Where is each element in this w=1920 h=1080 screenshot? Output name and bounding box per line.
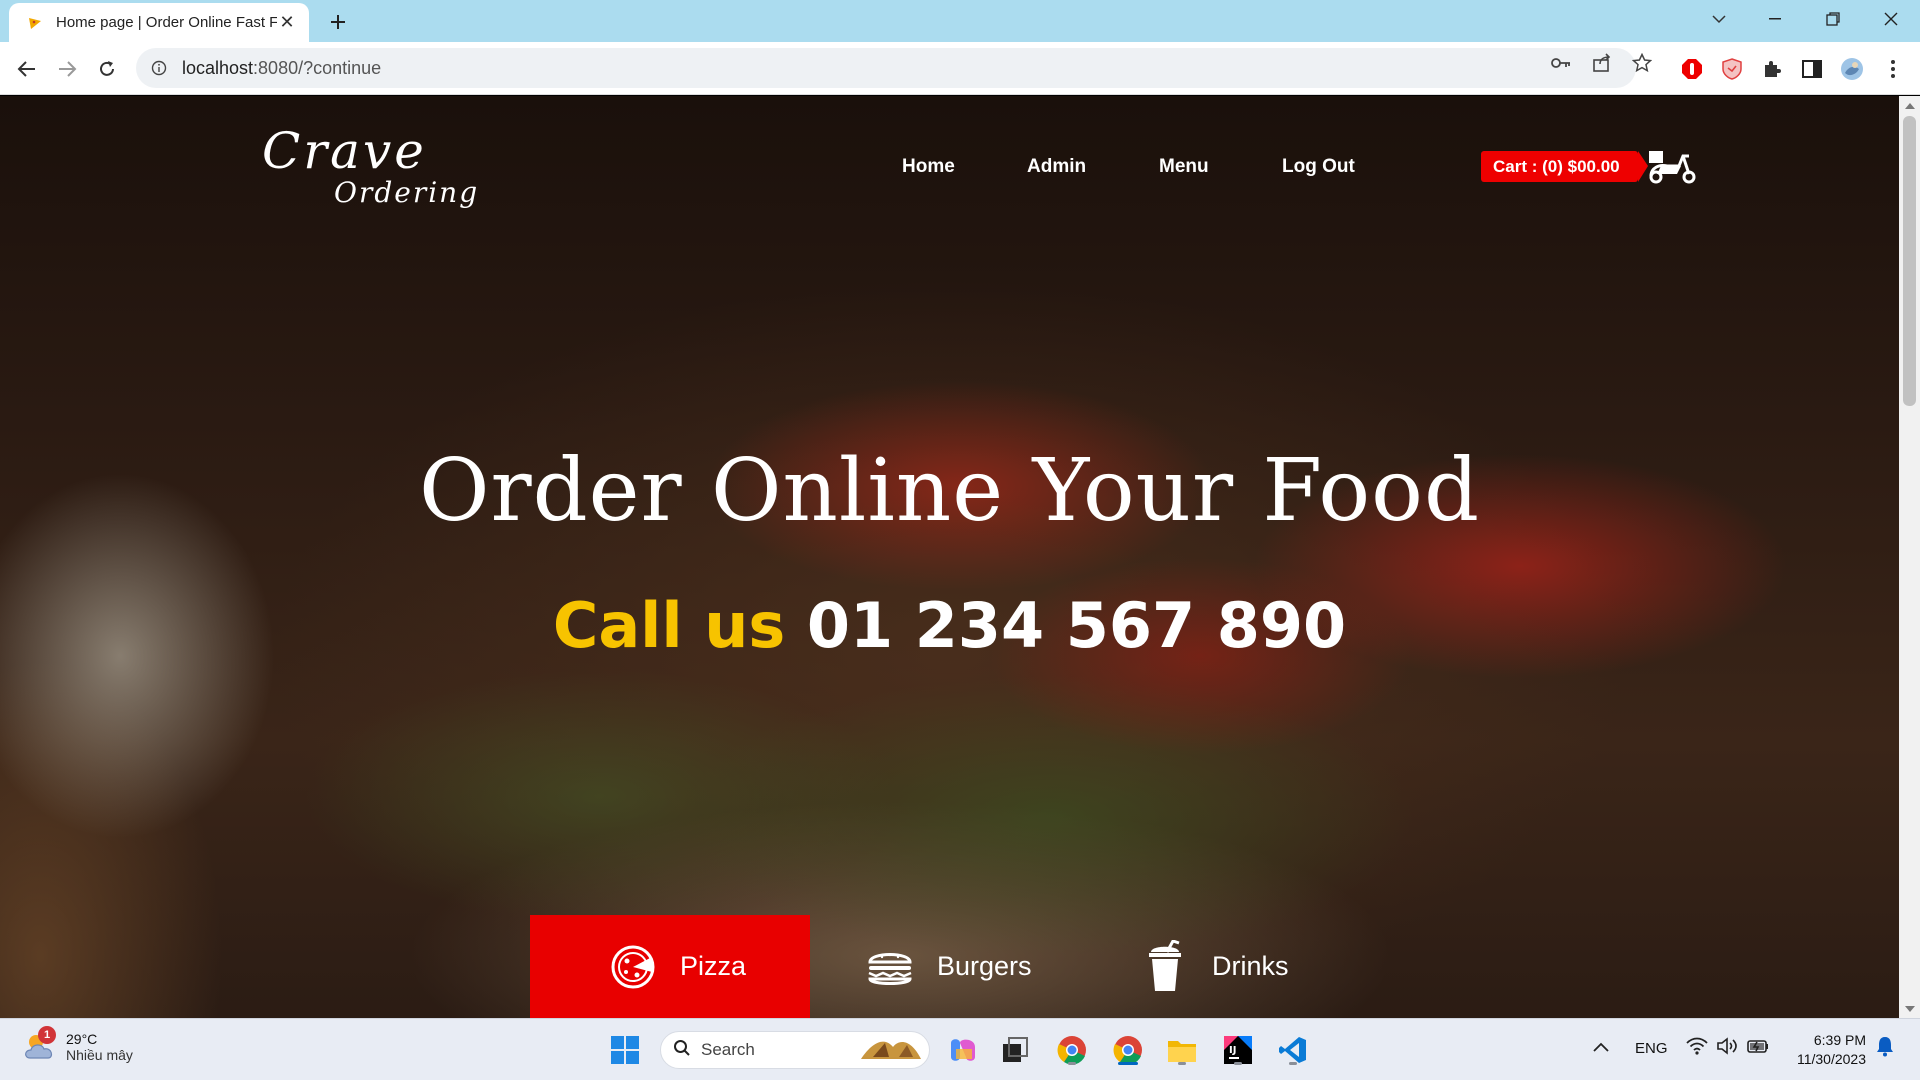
show-hidden-icons-icon[interactable] bbox=[1593, 1039, 1609, 1056]
scrollbar-thumb[interactable] bbox=[1903, 116, 1916, 406]
wifi-icon[interactable] bbox=[1686, 1037, 1708, 1059]
chrome-active-app-icon[interactable] bbox=[1110, 1032, 1146, 1068]
share-icon[interactable] bbox=[1591, 52, 1613, 74]
tab-close-icon[interactable]: ✕ bbox=[277, 12, 297, 33]
site-info-icon[interactable] bbox=[150, 59, 168, 77]
side-panel-icon[interactable] bbox=[1799, 56, 1825, 82]
delivery-scooter-icon[interactable] bbox=[1647, 146, 1697, 184]
scroll-down-icon[interactable] bbox=[1904, 1003, 1915, 1014]
browser-menu-icon[interactable] bbox=[1880, 56, 1906, 82]
url-text: localhost:8080/?continue bbox=[182, 57, 382, 78]
tab-search-icon[interactable] bbox=[1696, 0, 1742, 38]
nav-log-out[interactable]: Log Out bbox=[1282, 156, 1355, 178]
site-logo[interactable]: Crave Ordering bbox=[262, 122, 479, 209]
tab-drinks-label: Drinks bbox=[1212, 951, 1289, 981]
start-windows-icon[interactable] bbox=[607, 1032, 643, 1068]
minimize-icon[interactable] bbox=[1752, 0, 1798, 38]
nav-admin[interactable]: Admin bbox=[1027, 156, 1086, 178]
address-bar[interactable]: localhost:8080/?continue bbox=[136, 48, 1636, 88]
weather-widget[interactable]: 1 29°C Nhiều mây bbox=[22, 1026, 133, 1066]
language-indicator[interactable]: ENG bbox=[1635, 1040, 1668, 1057]
back-icon[interactable] bbox=[12, 54, 42, 84]
tab-drinks[interactable]: Drinks bbox=[1095, 915, 1335, 1018]
pizza-icon bbox=[608, 942, 658, 992]
weather-badge: 1 bbox=[38, 1026, 56, 1044]
notification-bell-icon[interactable] bbox=[1875, 1035, 1895, 1061]
copilot-app-icon[interactable] bbox=[945, 1032, 981, 1068]
profile-avatar-icon[interactable] bbox=[1839, 56, 1865, 82]
adblock-extension-icon[interactable] bbox=[1679, 56, 1705, 82]
burger-icon bbox=[865, 942, 915, 992]
reload-icon[interactable] bbox=[92, 54, 122, 84]
tab-title: Home page | Order Online Fast F bbox=[56, 14, 277, 31]
shield-extension-icon[interactable] bbox=[1719, 56, 1745, 82]
task-view-icon[interactable] bbox=[997, 1032, 1033, 1068]
category-tabs: Pizza Burgers Drinks bbox=[530, 915, 1335, 1018]
volume-icon[interactable] bbox=[1716, 1037, 1738, 1059]
taskbar-search[interactable]: Search bbox=[660, 1031, 930, 1069]
battery-icon[interactable] bbox=[1746, 1037, 1770, 1059]
phone-number: 01 234 567 890 bbox=[806, 589, 1347, 662]
svg-text:IJ: IJ bbox=[1229, 1045, 1236, 1056]
new-tab-icon[interactable] bbox=[325, 9, 351, 35]
weather-temp: 29°C bbox=[66, 1031, 98, 1047]
vscode-app-icon[interactable] bbox=[1275, 1032, 1311, 1068]
tab-pizza[interactable]: Pizza bbox=[530, 915, 810, 1018]
clock-date: 11/30/2023 bbox=[1796, 1051, 1866, 1067]
drink-icon bbox=[1140, 939, 1190, 992]
nav-menu[interactable]: Menu bbox=[1159, 156, 1209, 178]
file-explorer-icon[interactable] bbox=[1164, 1032, 1200, 1068]
search-highlight-icon bbox=[859, 1033, 923, 1068]
close-window-icon[interactable] bbox=[1868, 0, 1914, 38]
search-icon bbox=[673, 1039, 691, 1062]
hero-title: Order Online Your Food bbox=[418, 441, 1480, 541]
forward-icon[interactable] bbox=[52, 54, 82, 84]
cart-button[interactable]: Cart : (0) $00.00 bbox=[1481, 151, 1648, 182]
clock-time: 6:39 PM bbox=[1813, 1032, 1866, 1048]
restore-icon[interactable] bbox=[1810, 0, 1856, 38]
scroll-up-icon[interactable] bbox=[1904, 100, 1915, 111]
call-us-label: Call us bbox=[552, 589, 786, 662]
nav-home[interactable]: Home bbox=[902, 156, 955, 178]
extensions-puzzle-icon[interactable] bbox=[1759, 56, 1785, 82]
chrome-app-icon[interactable] bbox=[1054, 1032, 1090, 1068]
password-key-icon[interactable] bbox=[1550, 52, 1572, 74]
system-clock[interactable]: 6:39 PM 11/30/2023 bbox=[1782, 1031, 1866, 1069]
page-scrollbar[interactable] bbox=[1899, 96, 1920, 1018]
bookmark-star-icon[interactable] bbox=[1631, 52, 1653, 74]
call-us-line: Call us 01 234 567 890 bbox=[0, 589, 1899, 662]
weather-cloud-icon: 1 bbox=[22, 1026, 60, 1066]
intellij-app-icon[interactable]: IJ bbox=[1220, 1032, 1256, 1068]
browser-toolbar: localhost:8080/?continue bbox=[0, 42, 1920, 95]
windows-taskbar: 1 29°C Nhiều mây Search IJ ENG 6:39 PM 1… bbox=[0, 1018, 1920, 1080]
site-favicon-icon bbox=[26, 14, 44, 32]
tab-burgers-label: Burgers bbox=[937, 951, 1032, 981]
search-label: Search bbox=[701, 1040, 755, 1059]
tab-pizza-label: Pizza bbox=[680, 951, 747, 981]
weather-desc: Nhiều mây bbox=[66, 1047, 133, 1063]
browser-tab[interactable]: Home page | Order Online Fast F ✕ bbox=[9, 3, 309, 42]
browser-tab-strip: Home page | Order Online Fast F ✕ bbox=[0, 0, 1920, 42]
tab-burgers[interactable]: Burgers bbox=[810, 915, 1095, 1018]
hero-section: Crave Ordering Home Admin Menu Log Out C… bbox=[0, 96, 1899, 1018]
